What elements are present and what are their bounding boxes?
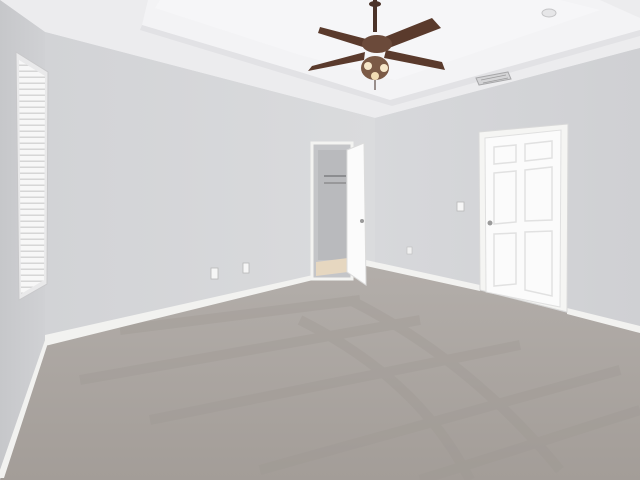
empty-bedroom-photo	[0, 0, 640, 480]
outlet-icon-2	[242, 262, 250, 274]
fan-canopy	[369, 1, 381, 7]
room-illustration	[0, 0, 640, 480]
smoke-detector-icon	[541, 8, 557, 18]
closet-door-icon	[346, 142, 367, 286]
fan-motor	[362, 35, 392, 53]
door-icon	[484, 129, 562, 308]
window-blinds-icon	[19, 60, 45, 294]
light-switch-icon	[456, 201, 465, 212]
closet-interior	[318, 150, 348, 260]
closet-door-knob	[360, 219, 364, 223]
outlet-icon-3	[406, 246, 413, 255]
fan-bulb	[364, 62, 372, 70]
outlet-icon	[210, 267, 219, 280]
fan-bulb-2	[380, 64, 388, 72]
door-knob	[487, 220, 493, 226]
fan-bulb-3	[371, 72, 379, 80]
